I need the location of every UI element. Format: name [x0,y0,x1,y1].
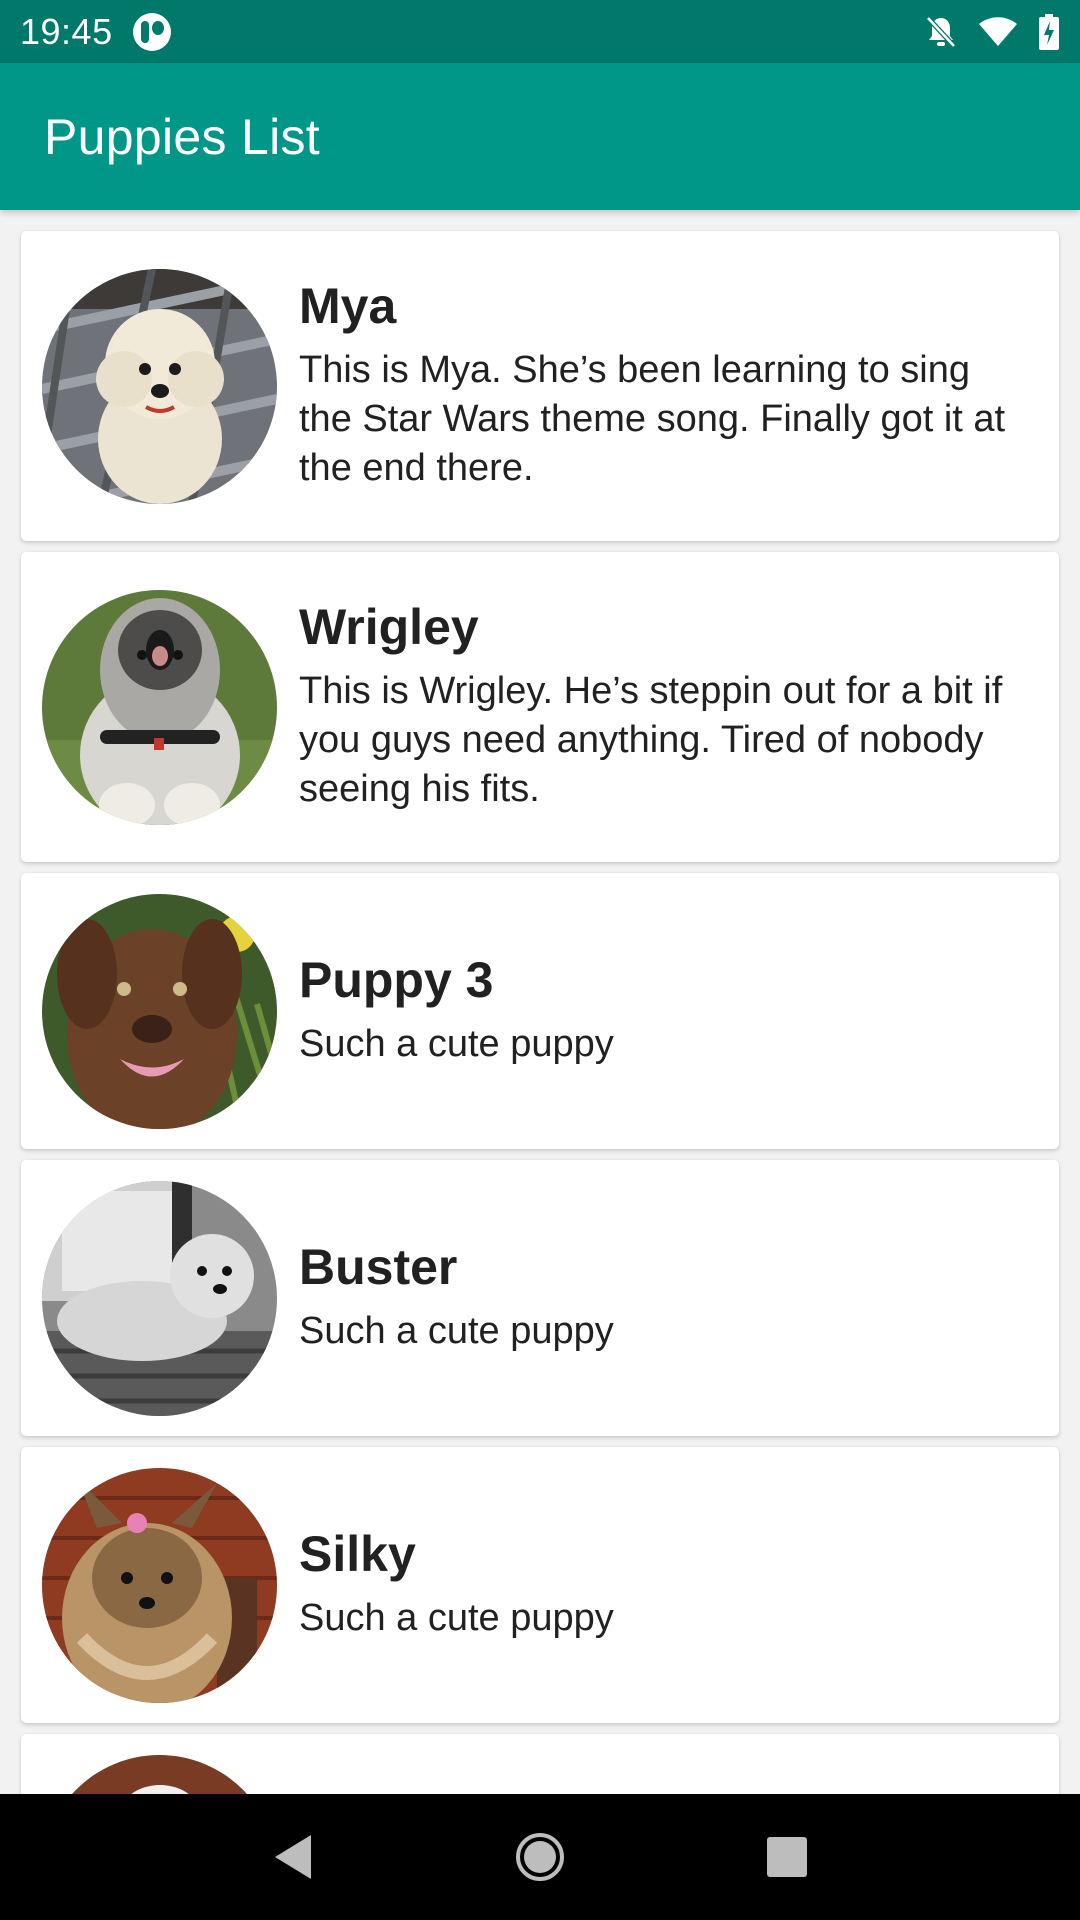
puppy-card[interactable]: Buster Such a cute puppy [21,1160,1059,1436]
puppy-card[interactable]: Wrigley This is Wrigley. He’s steppin ou… [21,552,1059,862]
puppy-description: Such a cute puppy [299,1310,614,1352]
puppy-description: Such a cute puppy [299,1597,614,1639]
puppy-description: Such a cute puppy [299,1023,614,1065]
app-title: Puppies List [44,108,320,165]
navigation-bar [0,1794,1080,1920]
puppy-avatar-photo [42,1754,277,1794]
screen: 19:45 Puppies List Mya This is Mya. She’… [0,0,1080,1920]
puppy-description: This is Mya. She’s been learning to sing… [299,349,1006,489]
puppy-text: Buster Such a cute puppy [299,1240,1029,1356]
puppy-name: Buster [299,1239,458,1295]
puppy-avatar-photo [42,893,277,1129]
puppy-avatar-photo [42,1467,277,1703]
app-notification-icon [132,12,171,51]
puppy-card[interactable] [21,1734,1059,1794]
puppy-name: Silky [299,1526,416,1582]
puppy-description: This is Wrigley. He’s steppin out for a … [299,670,1003,810]
puppy-card[interactable]: Puppy 3 Such a cute puppy [21,873,1059,1149]
status-bar: 19:45 [0,0,1080,63]
puppy-name: Wrigley [299,599,479,655]
puppy-text: Silky Such a cute puppy [299,1527,1029,1643]
puppy-text: Wrigley This is Wrigley. He’s steppin ou… [299,600,1029,814]
home-icon[interactable] [505,1822,575,1892]
puppy-text: Mya This is Mya. She’s been learning to … [299,279,1029,493]
puppy-text: Puppy 3 Such a cute puppy [299,953,1029,1069]
do-not-disturb-icon [924,14,958,50]
status-icons [924,13,1060,50]
puppy-list[interactable]: Mya This is Mya. She’s been learning to … [0,210,1080,1794]
recents-icon[interactable] [752,1822,822,1892]
puppy-card[interactable]: Silky Such a cute puppy [21,1447,1059,1723]
puppy-avatar-photo [42,1180,277,1416]
puppy-avatar-photo [42,589,277,825]
status-time: 19:45 [20,10,113,52]
app-bar: Puppies List [0,63,1080,210]
puppy-name: Puppy 3 [299,952,494,1008]
battery-charging-icon [1038,13,1060,50]
back-icon[interactable] [258,1822,328,1892]
wifi-icon [978,16,1018,48]
puppy-card[interactable]: Mya This is Mya. She’s been learning to … [21,231,1059,541]
puppy-name: Mya [299,278,397,334]
puppy-avatar-photo [42,268,277,504]
